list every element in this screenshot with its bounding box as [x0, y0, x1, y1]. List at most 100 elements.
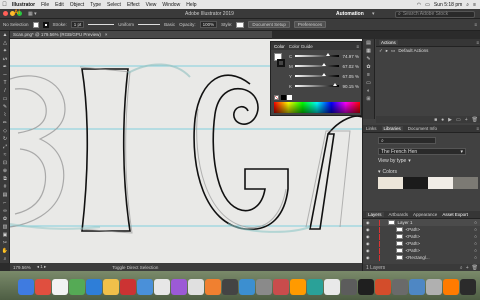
cmyk-slider-m[interactable]: M 67.02 % [289, 63, 361, 69]
tool-zoom-icon[interactable]: ⌕ [0, 255, 10, 263]
tool-eraser-icon[interactable]: ◇ [0, 127, 10, 135]
library-search-field[interactable]: ⌕ [378, 137, 436, 144]
tool-paintbrush-icon[interactable]: ✎ [0, 103, 10, 111]
color-spectrum[interactable] [274, 102, 360, 113]
tool-lasso-icon[interactable]: ᔕ [0, 55, 10, 63]
tab-appearance[interactable]: Appearance [413, 212, 437, 217]
trash-icon[interactable]: 🗑 [472, 117, 478, 123]
checkbox-icon[interactable]: ✓ [379, 48, 383, 54]
tab-actions[interactable]: Actions [379, 40, 398, 45]
apple-icon[interactable]:  [0, 2, 9, 8]
dock-app-icon[interactable] [273, 279, 289, 295]
layer-name[interactable]: Layer 1 [398, 220, 413, 225]
menu-effect[interactable]: Effect [124, 2, 143, 8]
gradient-icon[interactable]: ▭ [363, 79, 374, 87]
dock-app-icon[interactable] [137, 279, 153, 295]
slider-track[interactable] [295, 83, 339, 87]
visibility-eye-icon[interactable]: ◉ [366, 241, 370, 246]
dock-app-icon[interactable] [256, 279, 272, 295]
tool-free-transform-icon[interactable]: ⊡ [0, 159, 10, 167]
target-icon[interactable]: ○ [474, 241, 480, 246]
brush-basic-label[interactable]: Basic [164, 22, 175, 27]
tab-libraries[interactable]: Libraries [381, 126, 403, 131]
target-icon[interactable]: ○ [474, 248, 480, 253]
dock-app-icon[interactable] [222, 279, 238, 295]
dock-app-icon[interactable] [154, 279, 170, 295]
layer-name[interactable]: <Path> [406, 227, 421, 232]
workspace-switcher-icon[interactable]: ▦ ▾ [28, 11, 37, 17]
play-icon[interactable]: ▶ [448, 117, 452, 123]
dock-app-icon[interactable] [358, 279, 374, 295]
tool-scale-icon[interactable]: ⤢ [0, 143, 10, 151]
library-swatch[interactable] [453, 177, 478, 189]
brush-profile-label[interactable]: Uniform [118, 22, 134, 27]
workspace-dropdown-icon[interactable]: ▾ [372, 11, 375, 17]
visibility-eye-icon[interactable]: ◉ [366, 255, 370, 260]
tool-curvature-icon[interactable]: ∽ [0, 71, 10, 79]
stroke-weight-field[interactable]: 1 pt [70, 21, 85, 28]
expand-icon[interactable]: ▸ [386, 48, 388, 54]
slider-handle[interactable] [322, 73, 327, 76]
panel-menu-icon[interactable]: ≡ [474, 22, 480, 27]
document-setup-button[interactable]: Document Setup [248, 21, 290, 28]
sublayer-row[interactable]: ◉ <Path> ○ [363, 226, 480, 233]
dock-app-icon[interactable] [409, 279, 425, 295]
cmyk-slider-y[interactable]: Y 67.05 % [289, 73, 361, 79]
dock-app-icon[interactable] [307, 279, 323, 295]
dock-app-icon[interactable] [460, 279, 476, 295]
battery-icon[interactable]: ▭ [425, 2, 430, 8]
tool-pencil-icon[interactable]: ✏ [0, 119, 10, 127]
panel-menu-icon[interactable]: ≡ [356, 44, 361, 49]
white-swatch[interactable] [287, 95, 292, 100]
library-select[interactable]: The French Hen ▾ [378, 148, 466, 155]
layer-row[interactable]: ◉ Layer 1 ○ [363, 219, 480, 226]
layer-name[interactable]: <Path> [406, 248, 421, 253]
visibility-eye-icon[interactable]: ◉ [366, 220, 370, 225]
tab-asset-export[interactable]: Asset Export [442, 212, 468, 217]
graphic-style-swatch[interactable] [236, 21, 245, 28]
panel-menu-icon[interactable]: ≡ [476, 126, 480, 131]
slider-handle[interactable] [322, 63, 327, 66]
tool-selection-icon[interactable]: ▲ [0, 31, 10, 39]
tool-symbol-icon[interactable]: ✿ [0, 215, 10, 223]
target-icon[interactable]: ○ [474, 255, 480, 260]
view-by-dropdown[interactable]: View by type ▾ [378, 158, 411, 164]
opacity-field[interactable]: 100% [199, 21, 218, 28]
tool-artboard-icon[interactable]: ▣ [0, 231, 10, 239]
menu-file[interactable]: File [38, 2, 52, 8]
slider-value-field[interactable]: 90.15 % [341, 84, 359, 89]
slider-handle[interactable] [332, 83, 337, 86]
tool-line-icon[interactable]: / [0, 87, 10, 95]
zoom-level[interactable]: 179.56% [13, 265, 31, 270]
trash-icon[interactable]: 🗑 [472, 265, 480, 271]
tool-width-icon[interactable]: ≈ [0, 151, 10, 159]
dock-app-icon[interactable] [375, 279, 391, 295]
preferences-button[interactable]: Preferences [293, 21, 327, 28]
stroke-color-box[interactable] [277, 59, 285, 67]
close-window-button[interactable] [3, 11, 8, 16]
clock[interactable]: Sun 5:18 pm [434, 2, 462, 8]
dock-app-icon[interactable] [392, 279, 408, 295]
menu-object[interactable]: Object [67, 2, 87, 8]
search-icon[interactable]: ⌕ [460, 265, 463, 271]
library-swatch[interactable] [378, 177, 403, 189]
tool-magic-wand-icon[interactable]: ✦ [0, 47, 10, 55]
tool-rectangle-icon[interactable]: ▭ [0, 95, 10, 103]
align-icon[interactable]: ⊞ [363, 95, 374, 103]
dock-app-icon[interactable] [35, 279, 51, 295]
tab-layers[interactable]: Layers [366, 212, 384, 217]
stock-search-field[interactable]: ⌕ Search Adobe Stock [395, 10, 475, 18]
tab-artboards[interactable]: Artboards [389, 212, 409, 217]
cmyk-slider-k[interactable]: K 90.15 % [289, 83, 361, 89]
layer-name[interactable]: <Path> [406, 241, 421, 246]
sublayer-row[interactable]: ◉ <Path> ○ [363, 240, 480, 247]
properties-icon[interactable]: ▤ [363, 39, 374, 47]
tool-hand-icon[interactable]: ✋ [0, 247, 10, 255]
brushes-icon[interactable]: ✎ [363, 55, 374, 63]
layer-name[interactable]: <Rectangl... [406, 255, 430, 260]
slider-track[interactable] [295, 73, 339, 77]
target-icon[interactable]: ○ [474, 227, 480, 232]
tab-document-info[interactable]: Document Info [408, 126, 437, 131]
tool-pen-icon[interactable]: ✒ [0, 63, 10, 71]
slider-track[interactable] [295, 63, 339, 67]
